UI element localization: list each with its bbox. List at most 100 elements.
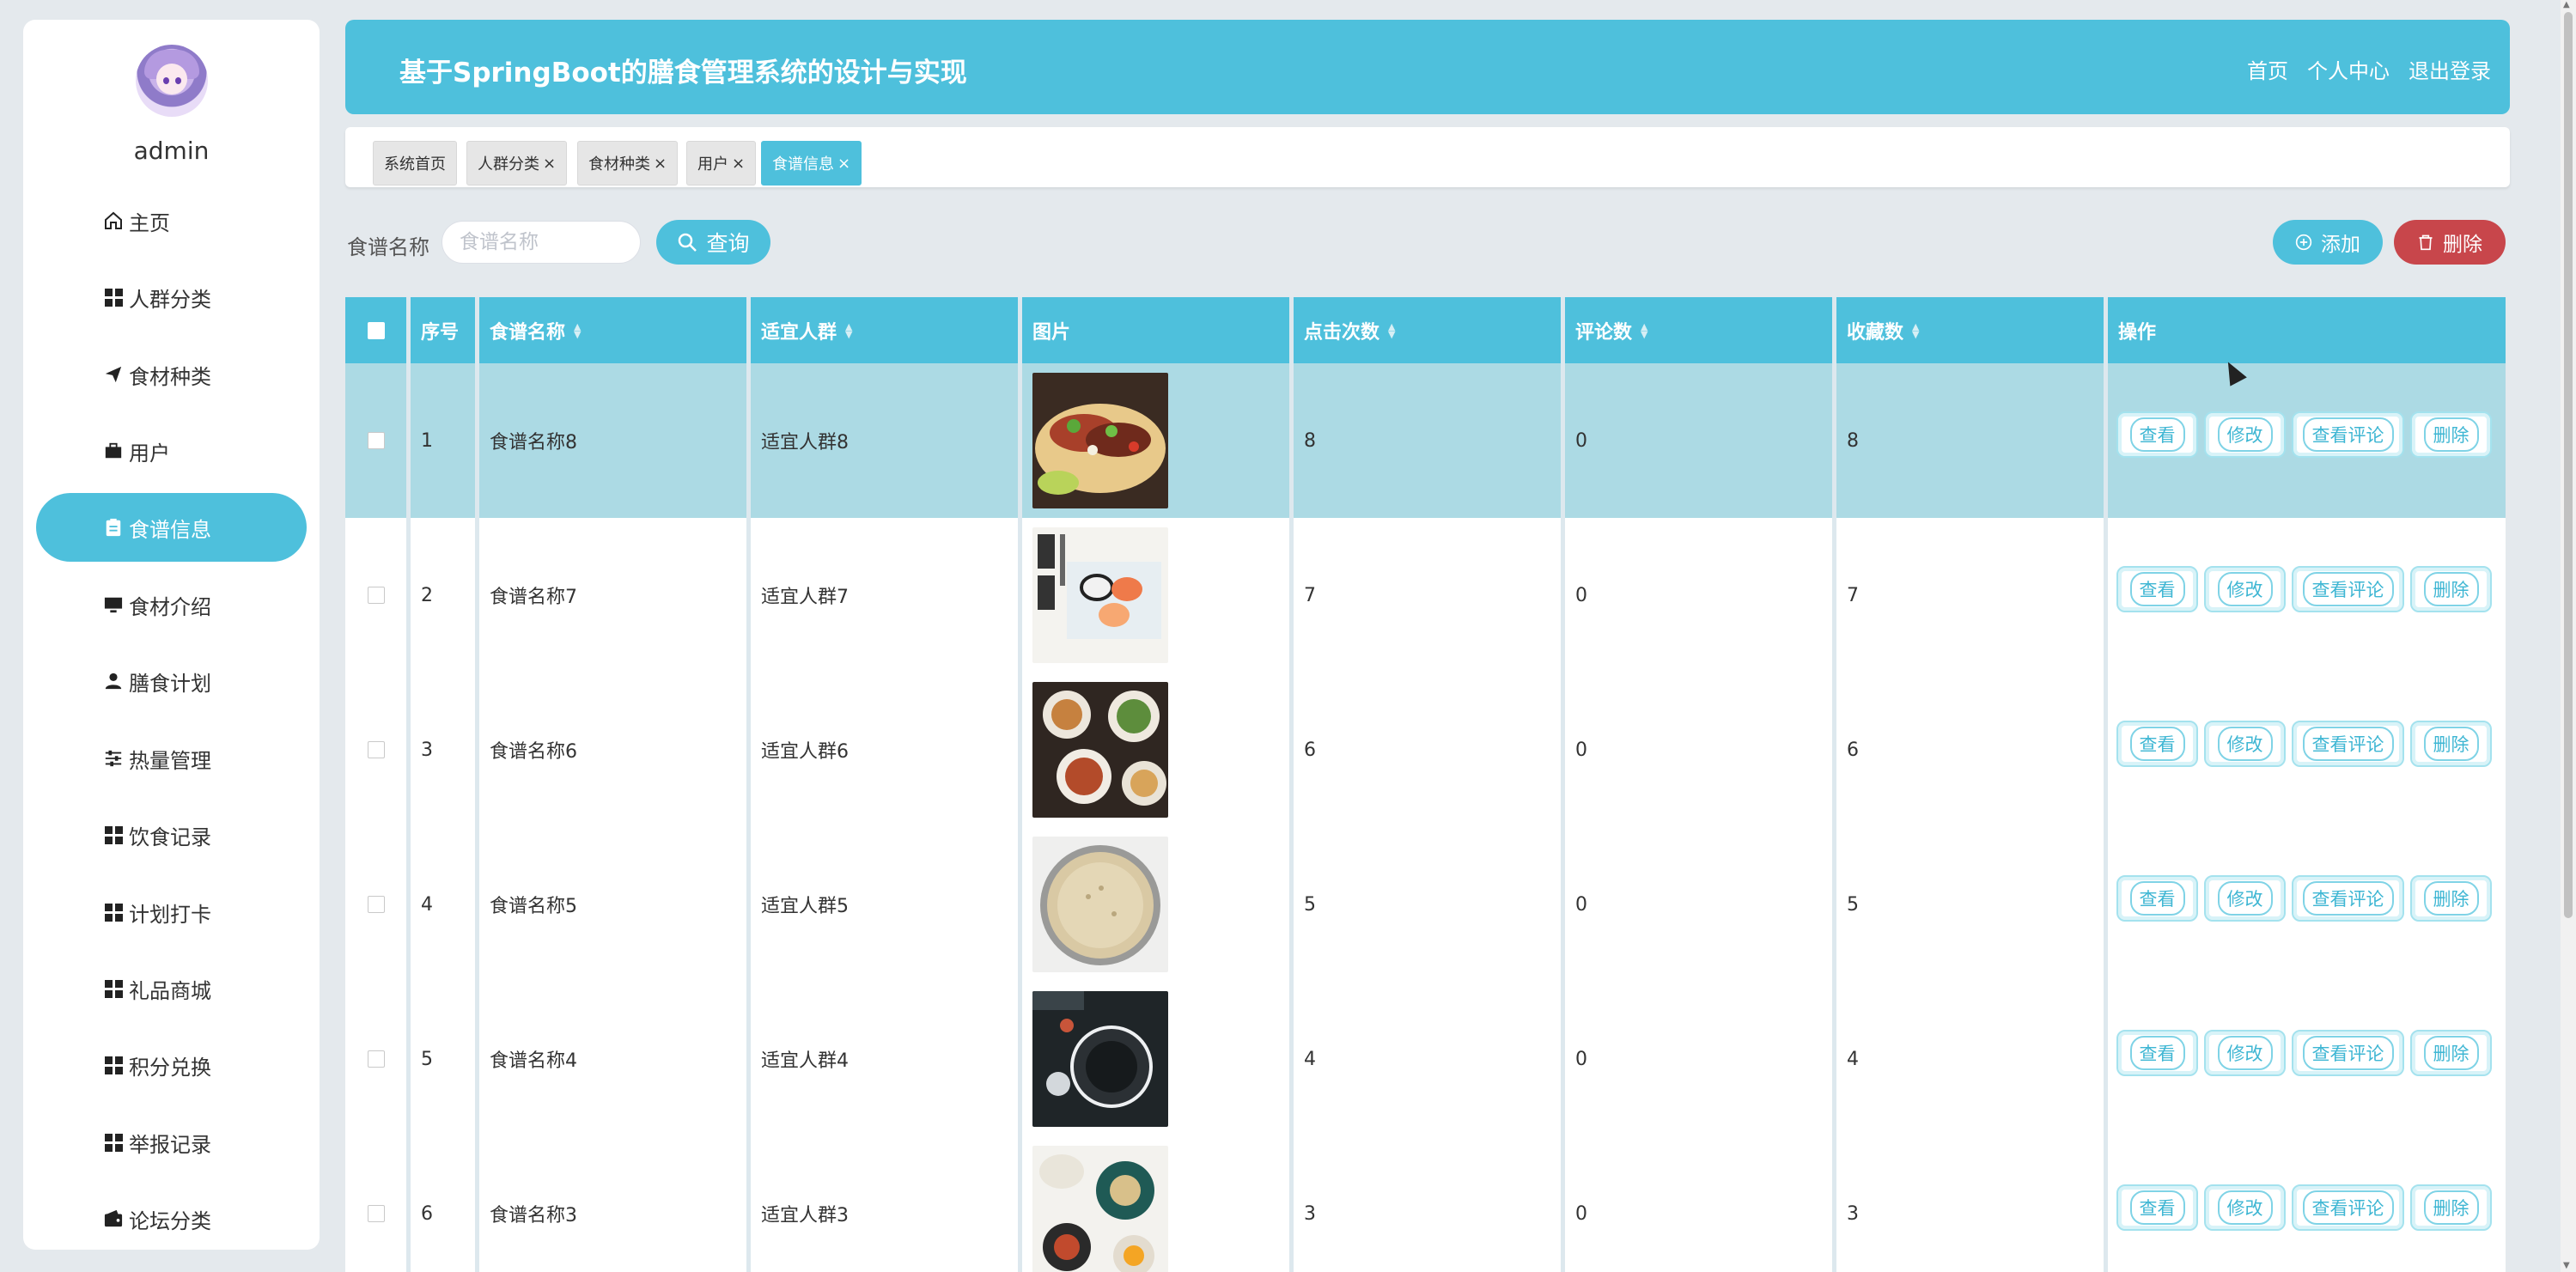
delete-row-button[interactable]: 删除: [2410, 1184, 2492, 1231]
select-all-checkbox[interactable]: [367, 321, 385, 339]
sidebar-item-meal-plan[interactable]: 膳食计划: [36, 647, 307, 715]
edit-button[interactable]: 修改: [2204, 721, 2286, 767]
sidebar-item-ingredient-type[interactable]: 食材种类: [36, 340, 307, 409]
tab-recipe-info[interactable]: 食谱信息 ×: [761, 141, 862, 186]
sidebar-item-crowd-category[interactable]: 人群分类: [36, 263, 307, 332]
view-button[interactable]: 查看: [2116, 875, 2198, 922]
view-button[interactable]: 查看: [2116, 1030, 2198, 1076]
view-button[interactable]: 查看: [2116, 721, 2198, 767]
view-button[interactable]: 查看: [2116, 566, 2198, 612]
delete-row-button[interactable]: 删除: [2410, 411, 2492, 458]
sidebar-item-plan-checkin[interactable]: 计划打卡: [36, 878, 307, 946]
sidebar-item-label: 饮食记录: [129, 825, 211, 849]
close-icon[interactable]: ×: [732, 155, 745, 173]
row-checkbox[interactable]: [367, 1205, 385, 1222]
view-comments-button[interactable]: 查看评论: [2292, 721, 2404, 767]
table-row[interactable]: 5 食谱名称4 适宜人群4 4 0 4 查看 修改 查看评论 删除: [345, 982, 2506, 1136]
cell-actions: 查看 修改 查看评论 删除: [2108, 1136, 2506, 1272]
sort-icon[interactable]: ▲ ▼: [1388, 322, 1395, 339]
recipe-image[interactable]: [1032, 991, 1168, 1127]
cell-favorites: 7: [1836, 518, 2108, 673]
view-button[interactable]: 查看: [2116, 1184, 2198, 1231]
recipe-image[interactable]: [1032, 837, 1168, 972]
column-header-label: 收藏数: [1847, 321, 1904, 344]
sidebar-item-report-record[interactable]: 举报记录: [36, 1108, 307, 1177]
select-all-cell: [345, 297, 411, 363]
sidebar-item-label: 积分兑换: [129, 1055, 211, 1080]
delete-row-button[interactable]: 删除: [2410, 721, 2492, 767]
edit-button[interactable]: 修改: [2204, 566, 2286, 612]
table-row[interactable]: 2 食谱名称7 适宜人群7 7 0 7 查看 修改 查看评论 删除: [345, 518, 2506, 673]
tab-ingredient-type[interactable]: 食材种类 ×: [577, 141, 679, 186]
column-header-comments[interactable]: 评论数 ▲ ▼: [1565, 297, 1836, 363]
sidebar-item-home[interactable]: 主页: [36, 186, 307, 255]
column-header-name[interactable]: 食谱名称 ▲ ▼: [479, 297, 751, 363]
scrollbar[interactable]: ▲ ▼: [2561, 0, 2576, 1272]
header-link-home[interactable]: 首页: [2247, 54, 2288, 84]
sidebar-item-diet-record[interactable]: 饮食记录: [36, 800, 307, 869]
view-comments-button[interactable]: 查看评论: [2292, 875, 2404, 922]
table-row[interactable]: 4 食谱名称5 适宜人群5 5 0 5 查看 修改 查看评论 删除: [345, 827, 2506, 982]
scroll-up-icon[interactable]: ▲: [2563, 0, 2570, 9]
delete-row-button[interactable]: 删除: [2410, 566, 2492, 612]
recipe-image[interactable]: [1032, 682, 1168, 818]
column-header-favorites[interactable]: 收藏数 ▲ ▼: [1836, 297, 2108, 363]
view-comments-button[interactable]: 查看评论: [2292, 411, 2404, 458]
cell-crowd: 适宜人群8: [751, 363, 1022, 518]
recipe-image[interactable]: [1032, 1146, 1168, 1272]
edit-button[interactable]: 修改: [2204, 1184, 2286, 1231]
view-comments-button[interactable]: 查看评论: [2292, 1030, 2404, 1076]
sidebar-item-gift-mall[interactable]: 礼品商城: [36, 954, 307, 1023]
sort-icon[interactable]: ▲ ▼: [574, 322, 581, 339]
edit-button[interactable]: 修改: [2204, 875, 2286, 922]
close-icon[interactable]: ×: [837, 155, 850, 173]
search-input[interactable]: [442, 221, 641, 264]
sidebar-item-forum-category[interactable]: 论坛分类: [36, 1184, 307, 1253]
edit-button[interactable]: 修改: [2204, 1030, 2286, 1076]
table-row[interactable]: 6 食谱名称3 适宜人群3 3 0 3 查看 修改 查看评论 删除: [345, 1136, 2506, 1272]
view-comments-button[interactable]: 查看评论: [2292, 566, 2404, 612]
sort-icon[interactable]: ▲ ▼: [845, 322, 852, 339]
delete-row-button[interactable]: 删除: [2410, 1030, 2492, 1076]
edit-button[interactable]: 修改: [2204, 411, 2286, 458]
cell-favorites: 8: [1836, 363, 2108, 518]
delete-row-button[interactable]: 删除: [2410, 875, 2492, 922]
close-icon[interactable]: ×: [543, 155, 556, 173]
row-checkbox[interactable]: [367, 1050, 385, 1068]
person-icon: [103, 671, 124, 691]
scrollbar-thumb[interactable]: [2564, 12, 2573, 918]
close-icon[interactable]: ×: [654, 155, 667, 173]
tab-crowd-category[interactable]: 人群分类 ×: [466, 141, 568, 186]
row-checkbox[interactable]: [367, 741, 385, 758]
batch-delete-button[interactable]: 删除: [2394, 220, 2506, 265]
row-checkbox[interactable]: [367, 587, 385, 604]
tab-user[interactable]: 用户 ×: [686, 141, 757, 186]
column-header-clicks[interactable]: 点击次数 ▲ ▼: [1294, 297, 1565, 363]
view-comments-button[interactable]: 查看评论: [2292, 1184, 2404, 1231]
sort-icon[interactable]: ▲ ▼: [1912, 322, 1919, 339]
add-button[interactable]: 添加: [2273, 220, 2383, 265]
recipe-image[interactable]: [1032, 373, 1168, 508]
cell-no: 3: [411, 673, 479, 827]
recipe-image[interactable]: [1032, 527, 1168, 663]
table-row[interactable]: 3 食谱名称6 适宜人群6 6 0 6 查看 修改 查看评论 删除: [345, 673, 2506, 827]
sidebar-item-ingredient-intro[interactable]: 食材介绍: [36, 570, 307, 639]
sidebar-item-user[interactable]: 用户: [36, 417, 307, 485]
cell-clicks: 3: [1294, 1136, 1565, 1272]
sidebar-item-recipe-info[interactable]: 食谱信息: [36, 493, 307, 562]
sort-icon[interactable]: ▲ ▼: [1641, 322, 1647, 339]
tab-system-home[interactable]: 系统首页: [373, 141, 457, 186]
query-button[interactable]: 查询: [656, 220, 770, 265]
table-row[interactable]: 1 食谱名称8 适宜人群8 8 0 8 查看 修改 查看评论 删除: [345, 363, 2506, 518]
sidebar-item-calorie-management[interactable]: 热量管理: [36, 724, 307, 793]
avatar[interactable]: [136, 45, 208, 117]
row-checkbox[interactable]: [367, 432, 385, 449]
sidebar-item-points-exchange[interactable]: 积分兑换: [36, 1031, 307, 1099]
view-button[interactable]: 查看: [2116, 411, 2198, 458]
header-link-logout[interactable]: 退出登录: [2409, 54, 2491, 84]
row-checkbox[interactable]: [367, 896, 385, 913]
scroll-down-icon[interactable]: ▼: [2563, 1261, 2570, 1270]
header-link-profile[interactable]: 个人中心: [2307, 54, 2390, 84]
column-header-crowd[interactable]: 适宜人群 ▲ ▼: [751, 297, 1022, 363]
username: admin: [133, 137, 210, 165]
